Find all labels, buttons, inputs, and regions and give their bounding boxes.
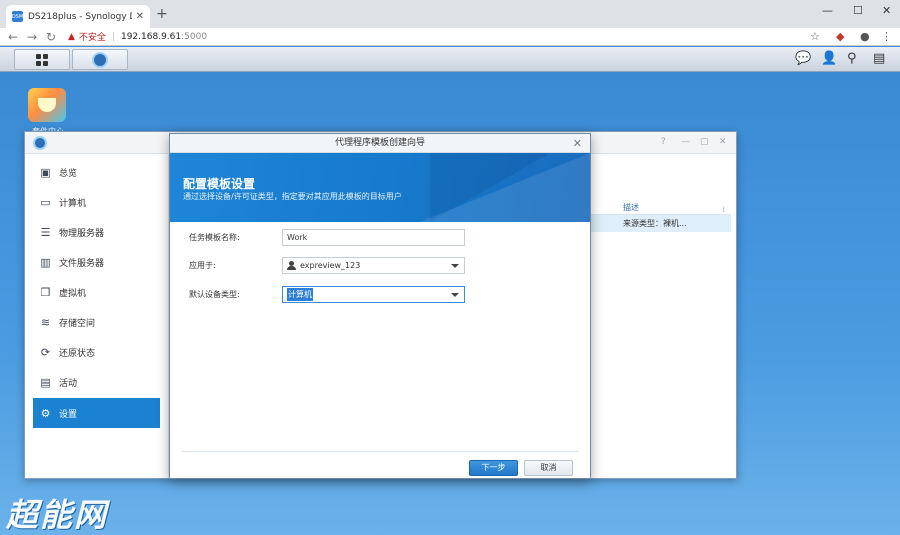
tab-title: DS218plus - Synology DiskSta — [28, 11, 132, 22]
sidebar-item-label: 还原状态 — [59, 348, 96, 359]
sidebar-item-computer[interactable]: ▭ 计算机 — [33, 188, 160, 216]
dialog-close-icon[interactable]: ✕ — [573, 137, 582, 150]
app-logo-icon — [33, 136, 47, 150]
url-field[interactable]: ▲ 不安全 | 192.168.9.61 :5000 — [68, 29, 798, 44]
maximize-icon[interactable]: ☐ — [853, 4, 863, 17]
back-icon[interactable]: ← — [8, 30, 18, 44]
sidebar-item-label: 虚拟机 — [59, 288, 87, 299]
dsm-favicon-icon: DSM — [12, 11, 23, 22]
table-row[interactable]: 来源类型：裸机... — [591, 215, 731, 232]
sidebar-item-label: 设置 — [59, 409, 78, 420]
wizard-heading: 配置模板设置 — [183, 177, 256, 191]
cancel-button[interactable]: 取消 — [524, 460, 573, 476]
sidebar-item-activity[interactable]: ▤ 活动 — [33, 368, 160, 396]
restore-icon: ⟳ — [40, 345, 51, 359]
window-minimize-icon[interactable]: — — [681, 137, 690, 147]
forward-icon[interactable]: → — [27, 30, 37, 44]
server-icon: ☰ — [40, 225, 51, 239]
table-header-description[interactable]: 描述 ⁞ — [591, 200, 731, 215]
user-icon[interactable]: 👤 — [821, 51, 837, 66]
column-header-label: 描述 — [623, 203, 639, 212]
sidebar: ▣ 总览 ▭ 计算机 ☰ 物理服务器 ▥ 文件服务器 ❐ 虚拟机 ≋ 存储空间 … — [25, 154, 169, 478]
url-separator: | — [111, 31, 115, 42]
sidebar-item-label: 总览 — [59, 168, 78, 179]
next-button[interactable]: 下一步 — [469, 460, 518, 476]
wizard-banner: 配置模板设置 通过选择设备/许可证类型，指定要对其应用此模板的目标用户 — [170, 153, 590, 222]
bookmark-star-icon[interactable]: ☆ — [810, 30, 820, 43]
device-type-row: 默认设备类型: — [189, 286, 282, 303]
close-window-icon[interactable]: ✕ — [882, 4, 891, 17]
security-warning-text: 不安全 — [78, 33, 106, 43]
footer-divider — [182, 451, 578, 452]
package-center-icon[interactable] — [28, 88, 66, 122]
browser-tab-bar: DSM DS218plus - Synology DiskSta ✕ + — ☐… — [0, 0, 900, 28]
watermark-logo: 超能网 — [6, 496, 109, 534]
profile-icon[interactable]: ● — [860, 30, 870, 43]
sidebar-item-label: 存储空间 — [59, 318, 96, 329]
new-tab-icon[interactable]: + — [156, 6, 168, 22]
storage-icon: ≋ — [40, 315, 51, 329]
url-host: 192.168.9.61 — [120, 31, 182, 42]
sidebar-item-label: 物理服务器 — [59, 228, 105, 239]
template-name-input[interactable]: Work — [282, 229, 465, 246]
sidebar-item-label: 活动 — [59, 378, 78, 389]
dropdown-arrow-icon — [451, 264, 459, 268]
tab-close-icon[interactable]: ✕ — [136, 11, 144, 22]
minimize-icon[interactable]: — — [822, 4, 833, 17]
device-type-select[interactable]: 计算机 — [282, 286, 465, 303]
apply-to-select[interactable]: expreview_123 — [282, 257, 465, 274]
file-server-icon: ▥ — [40, 255, 51, 269]
settings-icon: ⚙ — [40, 406, 51, 420]
sidebar-item-label: 文件服务器 — [59, 258, 105, 269]
menu-icon[interactable]: ⋮ — [881, 30, 892, 43]
main-menu-button[interactable] — [14, 49, 70, 70]
sidebar-item-storage[interactable]: ≋ 存储空间 — [33, 308, 160, 336]
sidebar-item-file-server[interactable]: ▥ 文件服务器 — [33, 248, 160, 276]
overview-icon: ▣ — [40, 165, 51, 179]
active-backup-taskbar-button[interactable] — [72, 49, 128, 70]
reload-icon[interactable]: ↻ — [46, 30, 56, 44]
vm-icon: ❐ — [40, 285, 51, 299]
widgets-icon[interactable]: ▤ — [873, 51, 885, 66]
help-icon[interactable]: ? — [661, 137, 666, 147]
template-name-label: 任务模板名称: — [189, 233, 240, 242]
extension-icon[interactable]: ◆ — [836, 30, 844, 43]
address-bar: ← → ↻ ▲ 不安全 | 192.168.9.61 :5000 ☆ ◆ ● ⋮ — [0, 28, 900, 46]
template-wizard-dialog: 代理程序模板创建向导 ✕ 配置模板设置 通过选择设备/许可证类型，指定要对其应用… — [169, 133, 591, 479]
activity-icon: ▤ — [40, 375, 51, 389]
main-menu-icon — [36, 53, 48, 66]
computer-icon: ▭ — [40, 195, 51, 209]
notification-icon[interactable]: 💬 — [795, 51, 811, 66]
active-backup-icon — [92, 51, 108, 68]
apply-to-label: 应用于: — [189, 261, 216, 270]
dialog-title: 代理程序模板创建向导 — [170, 134, 590, 153]
dropdown-arrow-icon — [451, 293, 459, 297]
sidebar-item-settings[interactable]: ⚙ 设置 — [33, 398, 160, 428]
sidebar-item-overview[interactable]: ▣ 总览 — [33, 158, 160, 186]
window-maximize-icon[interactable]: ▢ — [700, 137, 709, 147]
device-type-label: 默认设备类型: — [189, 290, 240, 299]
warning-icon: ▲ — [68, 31, 75, 42]
sidebar-item-vm[interactable]: ❐ 虚拟机 — [33, 278, 160, 306]
device-type-value: 计算机 — [287, 288, 313, 301]
url-port: :5000 — [181, 31, 208, 42]
apply-to-value: expreview_123 — [300, 261, 361, 270]
user-icon — [287, 261, 296, 270]
dsm-taskbar: 💬 👤 ⚲ ▤ — [0, 47, 900, 72]
apply-to-row: 应用于: — [189, 257, 282, 274]
table-cell: 来源类型：裸机... — [623, 219, 687, 228]
window-close-icon[interactable]: ✕ — [719, 137, 727, 147]
sidebar-item-physical-server[interactable]: ☰ 物理服务器 — [33, 218, 160, 246]
sidebar-item-label: 计算机 — [59, 198, 87, 209]
sidebar-item-restore-status[interactable]: ⟳ 还原状态 — [33, 338, 160, 366]
column-menu-icon[interactable]: ⁞ — [722, 202, 725, 217]
template-table: 描述 ⁞ 来源类型：裸机... — [591, 200, 731, 234]
search-icon[interactable]: ⚲ — [847, 51, 857, 66]
wizard-subheading: 通过选择设备/许可证类型，指定要对其应用此模板的目标用户 — [183, 192, 402, 201]
template-name-row: 任务模板名称: — [189, 229, 282, 246]
browser-tab[interactable]: DSM DS218plus - Synology DiskSta ✕ — [6, 5, 150, 28]
